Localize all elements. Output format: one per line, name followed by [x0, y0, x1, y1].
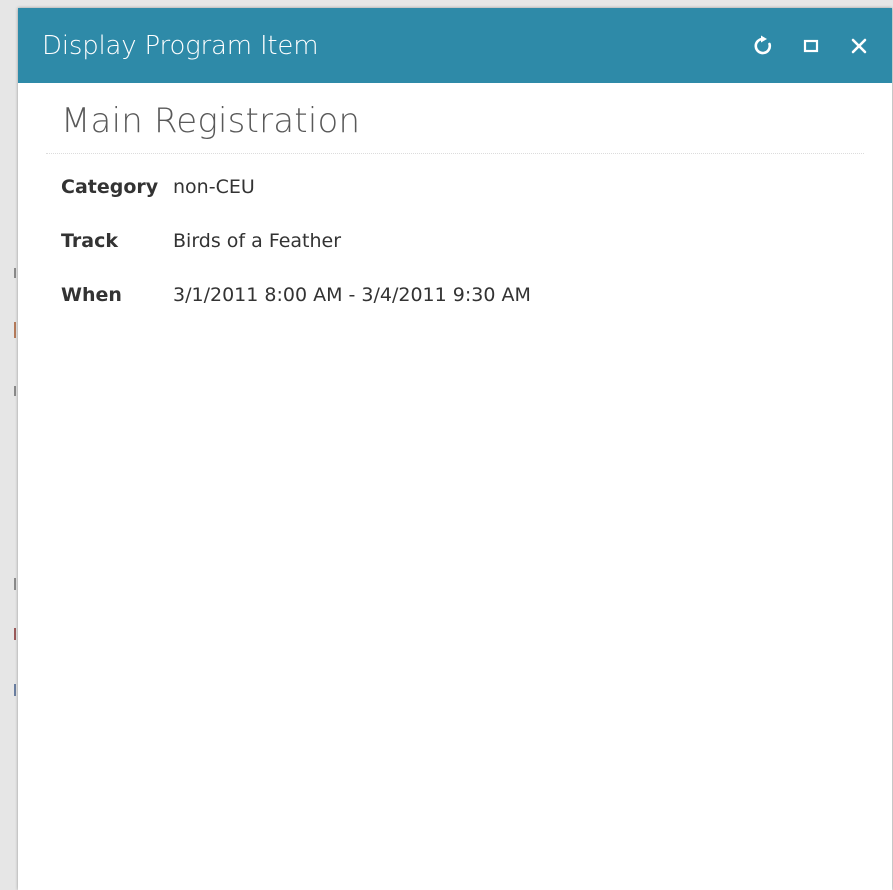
detail-row-track: Track Birds of a Feather [61, 230, 864, 284]
program-item-dialog: Display Program Item Main Registration C… [18, 8, 892, 890]
program-item-title: Main Registration [46, 101, 864, 154]
close-icon [851, 38, 867, 53]
background-mark [14, 268, 16, 278]
background-mark [14, 628, 16, 640]
detail-row-when: When 3/1/2011 8:00 AM - 3/4/2011 9:30 AM [61, 284, 864, 338]
maximize-button[interactable] [792, 27, 830, 65]
when-value: 3/1/2011 8:00 AM - 3/4/2011 9:30 AM [173, 284, 531, 306]
refresh-icon [754, 35, 772, 54]
background-mark [14, 578, 16, 590]
dialog-title: Display Program Item [42, 30, 319, 61]
background-mark [14, 322, 16, 338]
refresh-button[interactable] [744, 27, 782, 65]
category-value: non-CEU [173, 176, 255, 198]
track-label: Track [61, 230, 118, 252]
when-label: When [61, 284, 122, 306]
dialog-titlebar[interactable]: Display Program Item [18, 8, 892, 83]
category-label: Category [61, 176, 159, 198]
detail-row-category: Category non-CEU [61, 176, 864, 230]
titlebar-actions [744, 27, 878, 65]
maximize-icon [803, 39, 819, 52]
background-mark [14, 386, 16, 396]
background-mark [14, 684, 16, 696]
close-button[interactable] [840, 27, 878, 65]
track-value: Birds of a Feather [173, 230, 342, 252]
program-item-details: Category non-CEU Track Birds of a Feathe… [46, 154, 864, 338]
dialog-content: Main Registration Category non-CEU Track… [18, 83, 892, 338]
